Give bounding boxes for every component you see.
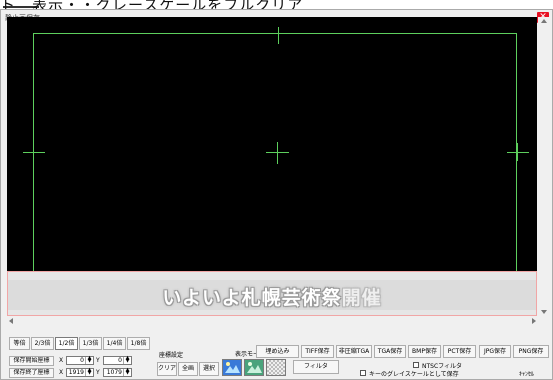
end-x-value: 1919: [68, 369, 84, 376]
scroll-left-icon[interactable]: [9, 318, 13, 324]
right-center-mark: [507, 152, 529, 153]
vertical-scrollbar[interactable]: [538, 17, 551, 316]
zoom-button-1-4[interactable]: 1/4倍: [103, 337, 126, 350]
display-mode-gray-button[interactable]: [244, 359, 264, 376]
spinner-icon[interactable]: ▲ ▼: [85, 356, 93, 364]
save-tga-button[interactable]: TGA保存: [374, 345, 406, 358]
save-uncompressed-tga-button[interactable]: 非圧縮TGA: [336, 345, 372, 358]
scroll-up-icon[interactable]: [541, 19, 547, 23]
transparency-mode-button[interactable]: [266, 359, 286, 376]
zoom-button-1-8[interactable]: 1/8倍: [127, 337, 150, 350]
center-crosshair-h: [266, 152, 289, 153]
save-png-button[interactable]: PNG保存: [513, 345, 549, 358]
ntsc-filter-checkbox[interactable]: [413, 362, 419, 368]
zoom-button-1-3[interactable]: 1/3倍: [79, 337, 102, 350]
image-mode-icon: [223, 360, 241, 375]
start-y-value: 0: [118, 357, 122, 364]
save-tiff-button[interactable]: TIFF保存: [301, 345, 334, 358]
end-y-label: Y: [96, 369, 100, 376]
start-x-value: 0: [80, 357, 84, 364]
end-x-label: X: [59, 369, 64, 376]
zoom-button-2-3[interactable]: 2/3倍: [31, 337, 54, 350]
key-grayscale-label: キーのグレイスケールとして保存: [369, 371, 459, 378]
display-mode-color-button[interactable]: [222, 359, 242, 376]
caption-preview: いよいよ札幌芸術祭開催: [7, 271, 537, 316]
scroll-down-icon[interactable]: [541, 310, 547, 314]
caption-tail: 開催: [341, 287, 382, 309]
scroll-right-icon[interactable]: [532, 318, 536, 324]
caption-text: いよいよ札幌芸術祭開催: [8, 283, 536, 310]
save-start-coords-button[interactable]: 保存開始座標: [9, 356, 54, 366]
start-y-label: Y: [96, 357, 100, 364]
cancel-button[interactable]: ｷｬﾝｾﾙ: [519, 369, 534, 378]
end-x-field[interactable]: 1919 ▲ ▼: [66, 368, 94, 377]
start-x-label: X: [59, 357, 64, 364]
start-y-field[interactable]: 0 ▲ ▼: [103, 356, 132, 365]
right-center-mark-v: [517, 143, 518, 161]
start-x-field[interactable]: 0 ▲ ▼: [66, 356, 94, 365]
horizontal-scrollbar[interactable]: [7, 317, 538, 325]
background-text-strip: ト 表示・・グレースケールをフルクリア: [0, 0, 553, 9]
select-button[interactable]: 選択: [199, 362, 219, 376]
save-end-coords-button[interactable]: 保存終了座標: [9, 368, 54, 378]
zoom-button-1x[interactable]: 等倍: [9, 337, 30, 350]
background-text: ト 表示・・グレースケールをフルクリア: [0, 0, 304, 9]
image-alpha-icon: [245, 360, 263, 375]
preview-canvas[interactable]: [7, 17, 537, 271]
save-jpg-button[interactable]: JPG保存: [479, 345, 511, 358]
left-center-mark-v: [33, 143, 34, 161]
all-button[interactable]: 全画: [178, 362, 198, 376]
save-bmp-button[interactable]: BMP保存: [408, 345, 441, 358]
end-y-value: 1079: [106, 369, 122, 376]
zoom-button-1-2[interactable]: 1/2倍: [55, 337, 78, 350]
key-grayscale-checkbox[interactable]: [360, 370, 366, 376]
save-pct-button[interactable]: PCT保存: [443, 345, 476, 358]
spinner-icon[interactable]: ▲ ▼: [85, 368, 93, 376]
top-center-mark-h: [270, 33, 287, 34]
clear-button[interactable]: クリア: [157, 362, 177, 376]
embed-button[interactable]: 埋め込み: [256, 345, 299, 358]
caption-main: いよいよ札幌芸術祭: [162, 287, 342, 309]
spinner-icon[interactable]: ▲ ▼: [123, 356, 131, 364]
spinner-icon[interactable]: ▲ ▼: [123, 368, 131, 376]
range-setting-label: 座標設定: [159, 352, 184, 359]
center-crosshair-v: [277, 142, 278, 164]
filter-button[interactable]: フィルタ: [293, 360, 339, 374]
top-center-mark: [278, 27, 279, 44]
left-center-mark: [23, 152, 45, 153]
end-y-field[interactable]: 1079 ▲ ▼: [103, 368, 132, 377]
